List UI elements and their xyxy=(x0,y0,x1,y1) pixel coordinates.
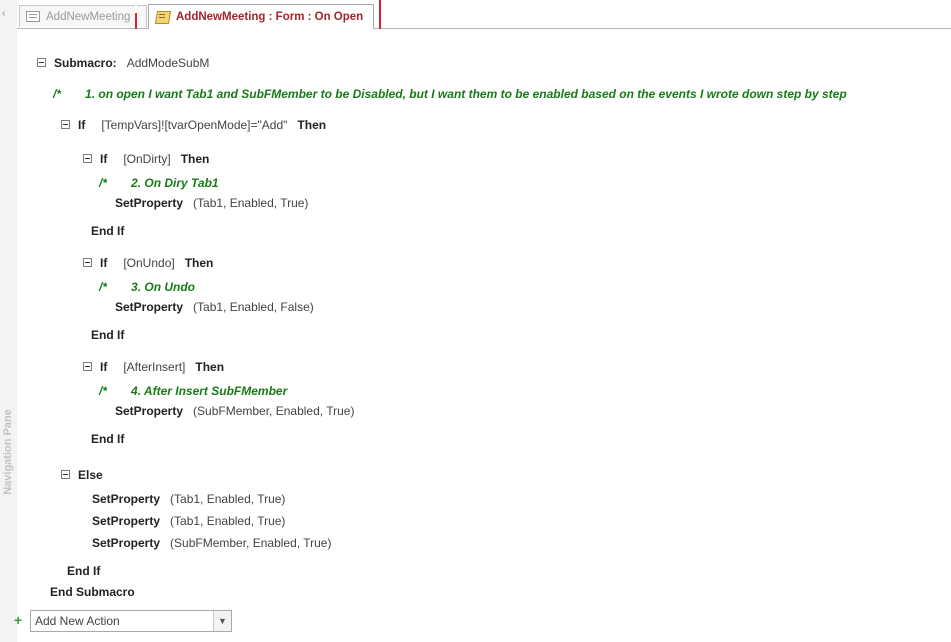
submacro-block[interactable]: Submacro: AddModeSubM xyxy=(37,55,209,71)
if-block[interactable]: If [AfterInsert] Then xyxy=(83,359,224,375)
add-icon[interactable]: + xyxy=(14,613,22,627)
end-if: End If xyxy=(91,432,125,446)
end-if: End If xyxy=(67,564,101,578)
then-keyword: Then xyxy=(180,152,210,166)
else-keyword: Else xyxy=(78,468,103,482)
comment-line[interactable]: /* 2. On Diry Tab1 xyxy=(99,175,219,191)
comment-line[interactable]: /* 3. On Undo xyxy=(99,279,195,295)
tab-macro-on-open[interactable]: AddNewMeeting : Form : On Open xyxy=(148,4,374,29)
then-keyword: Then xyxy=(184,256,214,270)
if-block[interactable]: If [OnDirty] Then xyxy=(83,151,209,167)
tab-label: AddNewMeeting : Form : On Open xyxy=(176,11,364,23)
comment-text: 3. On Undo xyxy=(131,280,196,294)
tab-addnewmeeting-form[interactable]: AddNewMeeting xyxy=(19,5,147,27)
comment-line[interactable]: /* 1. on open I want Tab1 and SubFMember … xyxy=(53,86,847,102)
macro-designer: Submacro: AddModeSubM /* 1. on open I want… xyxy=(17,29,951,642)
action-name: SetProperty xyxy=(115,300,184,314)
action-name: SetProperty xyxy=(115,196,184,210)
navigation-pane[interactable]: ‹ Navigation Pane xyxy=(0,0,18,642)
dropdown-arrow-icon[interactable]: ▼ xyxy=(213,611,231,631)
submacro-name[interactable]: AddModeSubM xyxy=(127,56,210,70)
collapse-icon[interactable] xyxy=(83,154,92,164)
add-new-action-combobox[interactable]: Add New Action ▼ xyxy=(30,610,232,632)
if-keyword: If xyxy=(100,360,108,374)
action-name: SetProperty xyxy=(92,536,161,550)
comment-text: 2. On Diry Tab1 xyxy=(131,176,219,190)
add-new-action-text[interactable]: Add New Action xyxy=(31,614,213,628)
if-block[interactable]: If [OnUndo] Then xyxy=(83,255,213,271)
action-arguments: (SubFMember, Enabled, True) xyxy=(170,536,332,550)
action-row[interactable]: SetProperty (SubFMember, Enabled, True) xyxy=(115,403,354,419)
comment-marker: /* xyxy=(53,87,62,101)
collapse-nav-icon[interactable]: ‹ xyxy=(2,9,5,19)
action-row[interactable]: SetProperty (Tab1, Enabled, True) xyxy=(115,195,308,211)
end-if: End If xyxy=(91,224,125,238)
action-row[interactable]: SetProperty (Tab1, Enabled, True) xyxy=(92,513,285,529)
comment-marker: /* xyxy=(99,176,108,190)
comment-marker: /* xyxy=(99,384,108,398)
action-name: SetProperty xyxy=(92,492,161,506)
if-block[interactable]: If [TempVars]![tvarOpenMode]="Add" Then xyxy=(61,117,326,133)
if-condition[interactable]: [AfterInsert] xyxy=(123,360,185,374)
action-name: SetProperty xyxy=(92,514,161,528)
tab-label: AddNewMeeting xyxy=(46,10,131,23)
action-name: SetProperty xyxy=(115,404,184,418)
if-keyword: If xyxy=(100,256,108,270)
action-arguments: (Tab1, Enabled, True) xyxy=(170,492,286,506)
if-condition[interactable]: [OnDirty] xyxy=(123,152,170,166)
comment-text: 1. on open I want Tab1 and SubFMember to… xyxy=(85,87,847,101)
if-condition[interactable]: [OnUndo] xyxy=(123,256,174,270)
collapse-icon[interactable] xyxy=(83,258,92,268)
if-condition[interactable]: [TempVars]![tvarOpenMode]="Add" xyxy=(101,118,287,132)
collapse-icon[interactable] xyxy=(61,470,70,480)
comment-marker: /* xyxy=(99,280,108,294)
action-row[interactable]: SetProperty (Tab1, Enabled, True) xyxy=(92,491,285,507)
collapse-icon[interactable] xyxy=(37,58,46,68)
end-submacro: End Submacro xyxy=(50,585,135,599)
collapse-icon[interactable] xyxy=(83,362,92,372)
action-arguments: (Tab1, Enabled, True) xyxy=(170,514,286,528)
collapse-icon[interactable] xyxy=(61,120,70,130)
document-tab-strip: AddNewMeeting AddNewMeeting : Form : On … xyxy=(17,0,951,29)
action-row[interactable]: SetProperty (Tab1, Enabled, False) xyxy=(115,299,314,315)
action-arguments: (SubFMember, Enabled, True) xyxy=(193,404,355,418)
comment-text: 4. After Insert SubFMember xyxy=(131,384,288,398)
submacro-keyword: Submacro: xyxy=(54,56,117,70)
if-keyword: If xyxy=(100,152,108,166)
comment-line[interactable]: /* 4. After Insert SubFMember xyxy=(99,383,287,399)
macro-icon xyxy=(155,10,170,24)
else-block[interactable]: Else xyxy=(61,467,103,483)
end-if: End If xyxy=(91,328,125,342)
action-arguments: (Tab1, Enabled, False) xyxy=(193,300,314,314)
action-row[interactable]: SetProperty (SubFMember, Enabled, True) xyxy=(92,535,331,551)
navigation-pane-label[interactable]: Navigation Pane xyxy=(2,404,14,500)
then-keyword: Then xyxy=(297,118,327,132)
then-keyword: Then xyxy=(195,360,225,374)
form-icon xyxy=(26,11,40,22)
if-keyword: If xyxy=(78,118,86,132)
action-arguments: (Tab1, Enabled, True) xyxy=(193,196,309,210)
